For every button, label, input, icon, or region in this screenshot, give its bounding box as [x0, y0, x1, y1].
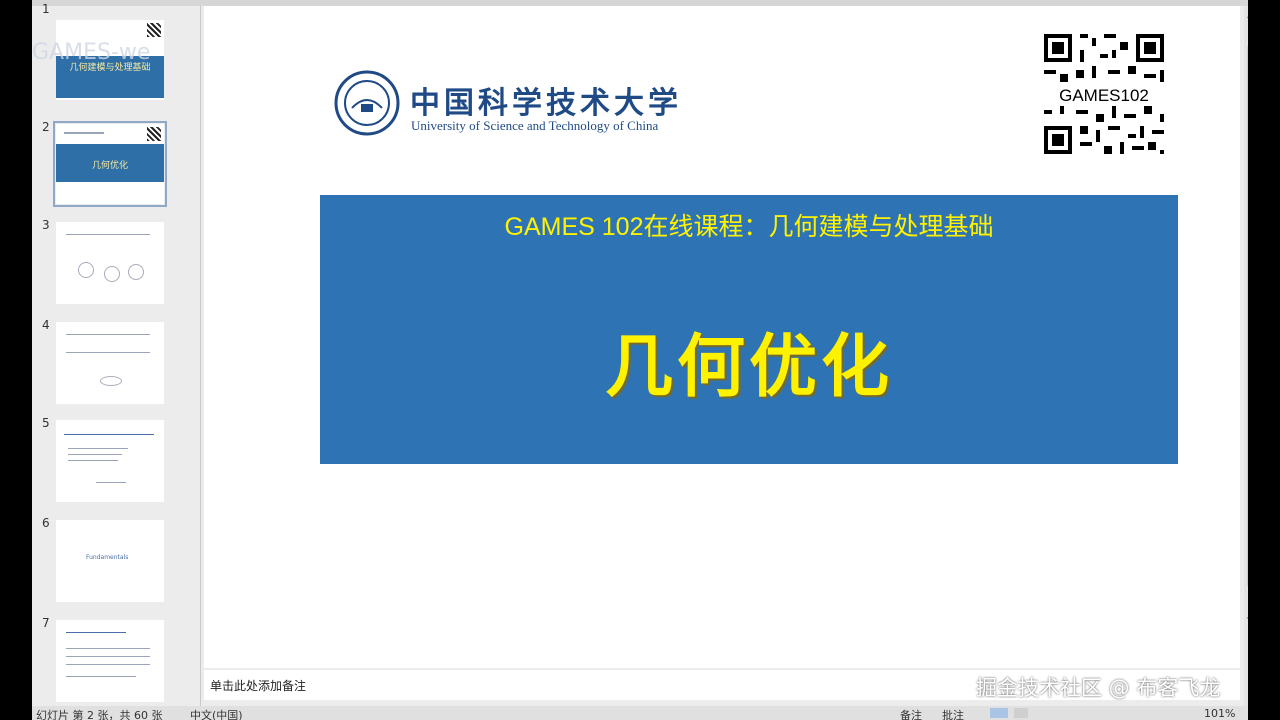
thumbnail-image[interactable] — [56, 222, 164, 304]
slide-number: 4 — [42, 318, 50, 332]
slide-number: 5 — [42, 416, 50, 430]
comments-button[interactable]: 批注 — [942, 707, 964, 720]
university-name-english: University of Science and Technology of … — [411, 118, 659, 133]
slide-number: 2 — [42, 120, 50, 134]
title-banner: GAMES 102在线课程：几何建模与处理基础 几何优化 — [320, 195, 1178, 464]
thumbnail-image[interactable] — [56, 420, 164, 502]
panel-splitter[interactable] — [200, 6, 201, 706]
watermark-text: 掘金技术社区 @ 布客飞龙 — [976, 676, 1221, 700]
thumbnail-figure — [128, 264, 144, 280]
thumbnail-text-line — [66, 352, 150, 353]
thumbnail-text-line — [68, 448, 128, 449]
notes-placeholder[interactable]: 单击此处添加备注 — [210, 677, 306, 694]
thumbnail-text-line — [66, 334, 150, 335]
thumbnail-text-line — [68, 460, 118, 461]
course-title: GAMES 102在线课程：几何建模与处理基础 — [504, 213, 994, 241]
slide-number: 1 — [42, 2, 50, 16]
thumbnail-overlay-text: GAMES-we — [32, 40, 151, 65]
slide-canvas[interactable]: 中国科学技术大学 University of Science and Techn… — [204, 6, 1240, 668]
thumbnail-image[interactable] — [56, 620, 164, 702]
notes-button[interactable]: 备注 — [900, 707, 922, 720]
thumbnail-title: 几何优化 — [91, 161, 128, 171]
normal-view-icon[interactable] — [990, 708, 1008, 718]
language-status[interactable]: 中文(中国) — [190, 707, 243, 720]
thumbnail-text-line — [66, 234, 150, 235]
thumbnail-figure — [104, 266, 120, 282]
scroll-up-icon[interactable]: ▲ — [1247, 10, 1248, 20]
scrollbar-thumb[interactable] — [1247, 46, 1248, 586]
thumbnail-figure — [100, 376, 122, 386]
slide-number: 6 — [42, 516, 50, 530]
thumbnail-banner: 几何优化 — [56, 144, 164, 182]
thumbnail-image[interactable]: Fundamentals — [56, 520, 164, 602]
vertical-scrollbar[interactable]: ▲ ▼ — [1244, 6, 1248, 706]
university-name-chinese: 中国科学技术大学 — [410, 86, 682, 121]
slide-number: 3 — [42, 218, 50, 232]
status-bar: 幻灯片 第 2 张，共 60 张 中文(中国) 备注 批注 101% — [32, 706, 1248, 720]
thumbnail-text-line — [96, 482, 126, 483]
slide-main-title: 几何优化 — [604, 328, 893, 407]
thumbnail-text-line — [66, 676, 136, 677]
scroll-down-icon[interactable]: ▼ — [1247, 616, 1248, 626]
thumbnail-text-line — [66, 664, 150, 665]
slide-thumbnails-panel[interactable]: 1 几何建模与处理基础 GAMES-we 2 几何优化 3 4 5 6 Fund… — [32, 2, 200, 706]
thumbnail-image[interactable] — [56, 322, 164, 404]
thumbnail-image-selected[interactable]: 几何优化 — [53, 121, 167, 207]
thumbnail-text-line — [66, 632, 126, 633]
presentation-window: 1 几何建模与处理基础 GAMES-we 2 几何优化 3 4 5 6 Fund… — [32, 0, 1248, 720]
thumbnail-text-line — [68, 454, 122, 455]
thumbnail-text-line — [66, 656, 150, 657]
zoom-level[interactable]: 101% — [1204, 707, 1235, 720]
slide-info: 幻灯片 第 2 张，共 60 张 — [36, 709, 163, 720]
qr-code-icon — [147, 23, 161, 37]
sorter-view-icon[interactable] — [1014, 708, 1028, 718]
university-logo-icon — [334, 70, 400, 136]
thumbnail-text: Fundamentals — [86, 554, 129, 561]
thumbnail-figure — [78, 262, 94, 278]
thumbnail-logo-line — [64, 132, 104, 134]
slide-number: 7 — [42, 616, 50, 630]
thumbnail-text-line — [66, 648, 150, 649]
thumbnail-text-line — [64, 434, 154, 435]
qr-code-label: GAMES102 — [1046, 86, 1162, 106]
qr-code-icon — [147, 127, 161, 141]
